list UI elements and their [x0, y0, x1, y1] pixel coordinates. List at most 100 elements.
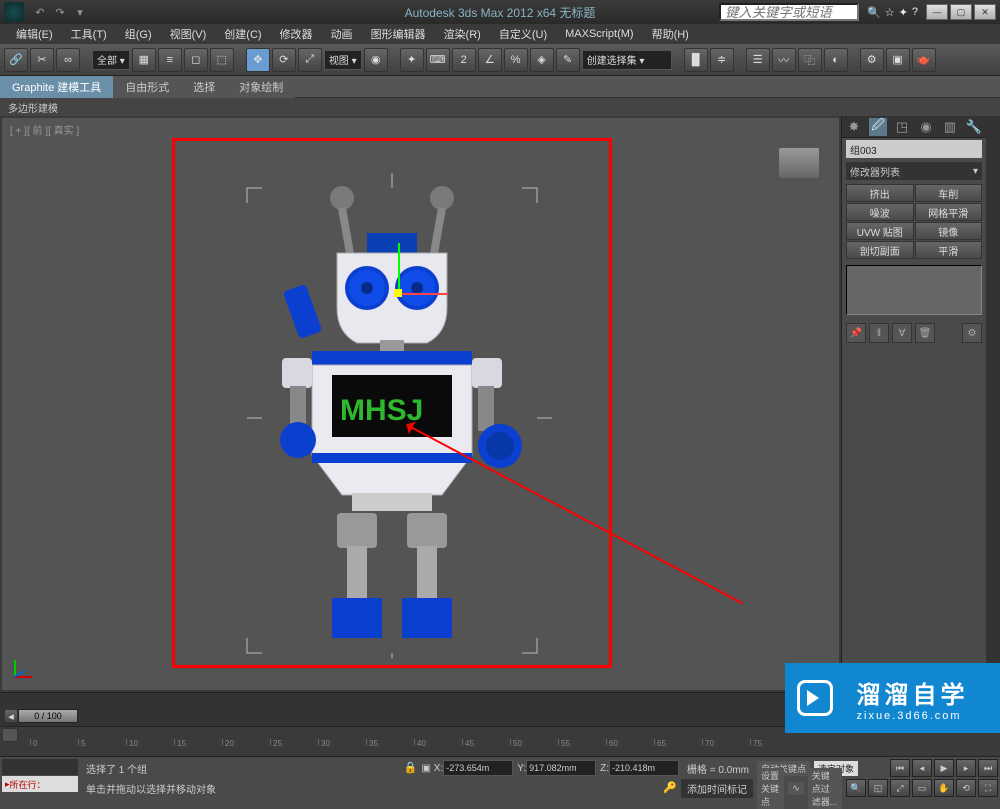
app-logo-icon[interactable] [4, 2, 24, 22]
mod-smooth[interactable]: 平滑 [915, 241, 983, 259]
select-object-icon[interactable]: ▦ [132, 48, 156, 72]
menu-help[interactable]: 帮助(H) [644, 24, 697, 44]
maxscript-mini-listener[interactable]: ▸ 所在行： [0, 757, 80, 800]
help-icon[interactable]: ? [912, 6, 918, 19]
menu-graph-editors[interactable]: 图形编辑器 [363, 24, 434, 44]
prev-frame-icon[interactable]: ◂ [912, 759, 932, 777]
configure-sets-icon[interactable]: ⚙ [962, 323, 982, 343]
mirror-icon[interactable]: ▐▌ [684, 48, 708, 72]
make-unique-icon[interactable]: ∀ [892, 323, 912, 343]
next-frame-icon[interactable]: ▸ [956, 759, 976, 777]
coord-x-field[interactable] [443, 760, 513, 776]
zoom-icon[interactable]: 🔍 [846, 779, 866, 797]
window-crossing-icon[interactable]: ⬚ [210, 48, 234, 72]
listener-input[interactable]: ▸ 所在行： [2, 776, 78, 792]
mod-meshsmooth[interactable]: 网格平滑 [915, 203, 983, 221]
manipulate-icon[interactable]: ✦ [400, 48, 424, 72]
fov-icon[interactable]: ▭ [912, 779, 932, 797]
mod-lathe[interactable]: 车削 [915, 184, 983, 202]
max-toggle-icon[interactable]: ⛶ [978, 779, 998, 797]
keyboard-shortcut-icon[interactable]: ⌨ [426, 48, 450, 72]
qat-more-icon[interactable]: ▾ [72, 4, 88, 20]
tab-object-paint[interactable]: 对象绘制 [227, 76, 295, 98]
named-sel-set-dropdown[interactable]: 创建选择集 ▾ [582, 50, 672, 70]
show-end-result-icon[interactable]: ‖ [869, 323, 889, 343]
restore-button[interactable]: ▢ [950, 4, 972, 20]
pin-stack-icon[interactable]: 📌 [846, 323, 866, 343]
mod-mirror[interactable]: 镜像 [915, 222, 983, 240]
menu-rendering[interactable]: 渲染(R) [436, 24, 489, 44]
link-icon[interactable]: 🔗 [4, 48, 28, 72]
close-button[interactable]: ✕ [974, 4, 996, 20]
align-icon[interactable]: ≑ [710, 48, 734, 72]
key-mode-icon[interactable]: ∿ [788, 782, 804, 795]
rollout-area[interactable] [842, 347, 986, 706]
modify-tab-icon[interactable]: 🖉 [869, 118, 887, 136]
goto-end-icon[interactable]: ⏭ [978, 759, 998, 777]
render-production-icon[interactable]: 🫖 [912, 48, 936, 72]
menu-modifiers[interactable]: 修改器 [272, 24, 321, 44]
select-move-icon[interactable]: ✥ [246, 48, 270, 72]
undo-icon[interactable]: ↶ [32, 4, 48, 20]
percent-snap-icon[interactable]: % [504, 48, 528, 72]
mod-extrude[interactable]: 挤出 [846, 184, 914, 202]
mod-uvwmap[interactable]: UVW 贴图 [846, 222, 914, 240]
goto-start-icon[interactable]: ⏮ [890, 759, 910, 777]
zoom-extents-icon[interactable]: ⤢ [890, 779, 910, 797]
curve-editor-icon[interactable]: 〰 [772, 48, 796, 72]
select-rotate-icon[interactable]: ⟳ [272, 48, 296, 72]
tab-selection[interactable]: 选择 [181, 76, 227, 98]
menu-animation[interactable]: 动画 [323, 24, 361, 44]
tab-freeform[interactable]: 自由形式 [113, 76, 181, 98]
menu-group[interactable]: 组(G) [117, 24, 160, 44]
subscription-icon[interactable]: ☆ [885, 6, 895, 19]
modifier-stack[interactable] [846, 265, 982, 315]
isolate-icon[interactable]: 🔑 [663, 781, 677, 795]
zoom-all-icon[interactable]: ◱ [868, 779, 888, 797]
help-search-input[interactable] [719, 3, 859, 21]
menu-create[interactable]: 创建(C) [216, 24, 269, 44]
menu-maxscript[interactable]: MAXScript(M) [557, 26, 641, 42]
play-icon[interactable]: ▶ [934, 759, 954, 777]
viewport-label[interactable]: [ + ][ 前 ][ 真实 ] [10, 122, 79, 137]
mod-slice[interactable]: 剖切副面 [846, 241, 914, 259]
layers-icon[interactable]: ☰ [746, 48, 770, 72]
unlink-icon[interactable]: ✂ [30, 48, 54, 72]
menu-views[interactable]: 视图(V) [162, 24, 215, 44]
coord-y-field[interactable] [526, 760, 596, 776]
coord-z-field[interactable] [609, 760, 679, 776]
menu-tools[interactable]: 工具(T) [63, 24, 115, 44]
add-time-tag[interactable]: 添加时间标记 [681, 779, 753, 798]
utilities-tab-icon[interactable]: 🔧 [965, 118, 983, 136]
minimize-button[interactable]: — [926, 4, 948, 20]
timeslider-left-icon[interactable]: ◂ [4, 709, 18, 723]
set-key-button[interactable]: 设置关键点 [757, 768, 784, 809]
edit-named-sel-icon[interactable]: ✎ [556, 48, 580, 72]
schematic-view-icon[interactable]: ⿻ [798, 48, 822, 72]
modifier-list-dropdown[interactable]: 修改器列表▾ [846, 162, 982, 180]
panel-scrollbar-v[interactable] [986, 116, 1000, 706]
ribbon-panel-poly[interactable]: 多边形建模 [0, 98, 1000, 116]
material-editor-icon[interactable]: ◐ [824, 48, 848, 72]
spinner-snap-icon[interactable]: ◈ [530, 48, 554, 72]
motion-tab-icon[interactable]: ◉ [917, 118, 935, 136]
select-by-name-icon[interactable]: ≡ [158, 48, 182, 72]
hierarchy-tab-icon[interactable]: ◳ [893, 118, 911, 136]
select-region-icon[interactable]: ◻ [184, 48, 208, 72]
tab-graphite[interactable]: Graphite 建模工具 [0, 76, 113, 98]
create-tab-icon[interactable]: ✸ [845, 118, 863, 136]
angle-snap-icon[interactable]: ∠ [478, 48, 502, 72]
redo-icon[interactable]: ↷ [52, 4, 68, 20]
viewport-front[interactable]: [ + ][ 前 ][ 真实 ] [2, 118, 839, 690]
selection-filter-dropdown[interactable]: 全部 ▾ [92, 50, 130, 70]
display-tab-icon[interactable]: ▥ [941, 118, 959, 136]
menu-customize[interactable]: 自定义(U) [491, 24, 555, 44]
mod-noise[interactable]: 噪波 [846, 203, 914, 221]
viewcube-icon[interactable] [779, 148, 819, 178]
render-setup-icon[interactable]: ⚙ [860, 48, 884, 72]
exchange-icon[interactable]: ✦ [899, 6, 908, 19]
rendered-frame-icon[interactable]: ▣ [886, 48, 910, 72]
select-scale-icon[interactable]: ⤢ [298, 48, 322, 72]
pivot-center-icon[interactable]: ◉ [364, 48, 388, 72]
ref-coord-dropdown[interactable]: 视图 ▾ [324, 50, 362, 70]
